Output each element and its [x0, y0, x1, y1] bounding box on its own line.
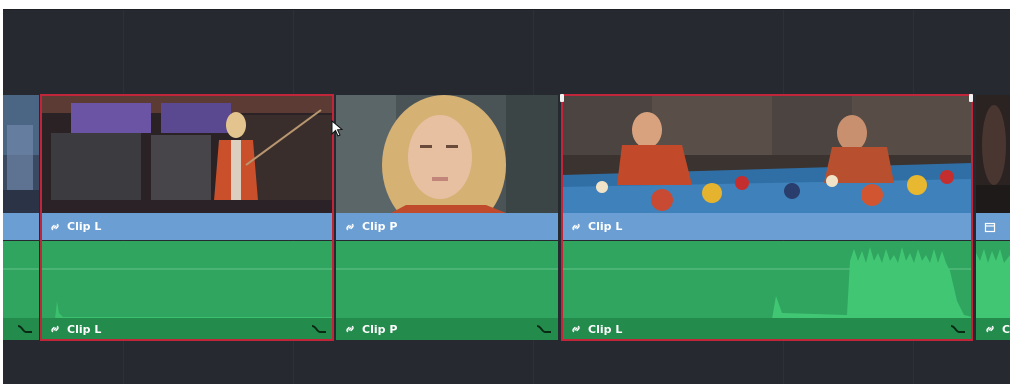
link-icon — [986, 325, 994, 333]
timeline-panel[interactable]: Clip L Clip P Clip L Clip L Clip P Clip … — [3, 9, 1010, 384]
video-thumbnail — [41, 95, 333, 213]
video-clip-label — [976, 213, 1010, 240]
audio-clip-l-1[interactable]: Clip L — [41, 241, 333, 340]
video-thumbnail — [976, 95, 1010, 213]
video-clip-label: Clip L — [41, 213, 333, 240]
video-clip-label: Clip P — [336, 213, 558, 240]
video-clip-l-1[interactable]: Clip L — [41, 95, 333, 240]
audio-waveform — [562, 247, 972, 319]
audio-clip-label: Clip L — [41, 318, 333, 340]
video-clip-partial-left[interactable] — [3, 95, 39, 240]
link-icon — [346, 325, 354, 333]
mouse-cursor-icon — [331, 120, 344, 137]
link-icon — [572, 325, 580, 333]
audio-clip-partial-left[interactable] — [3, 241, 39, 340]
video-clip-l-2[interactable]: Clip L — [562, 95, 972, 240]
audio-clip-p[interactable]: Clip P — [336, 241, 558, 340]
link-icon — [572, 223, 580, 230]
trim-handle-right[interactable] — [969, 94, 973, 102]
link-icon — [346, 223, 354, 230]
link-icon — [51, 325, 59, 333]
audio-clip-label: C — [976, 318, 1010, 340]
video-clip-partial-right[interactable] — [976, 95, 1010, 240]
audio-fade-icon — [536, 325, 551, 333]
video-thumbnail — [3, 95, 39, 213]
audio-fade-icon — [950, 325, 965, 333]
trim-handle-left[interactable] — [560, 94, 564, 102]
calendar-icon — [984, 222, 996, 232]
video-clip-p[interactable]: Clip P — [336, 95, 558, 240]
link-icon — [51, 223, 59, 230]
audio-waveform — [3, 268, 39, 270]
audio-clip-label: Clip L — [562, 318, 972, 340]
audio-waveform — [336, 268, 558, 270]
video-thumbnail — [562, 95, 972, 213]
audio-clip-label — [3, 318, 39, 340]
video-thumbnail — [336, 95, 558, 213]
audio-waveform — [976, 249, 1010, 319]
audio-clip-label: Clip P — [336, 318, 558, 340]
audio-waveform — [41, 268, 333, 319]
audio-clip-l-2[interactable]: Clip L — [562, 241, 972, 340]
audio-fade-icon — [17, 325, 32, 333]
audio-clip-partial-right[interactable]: C — [976, 241, 1010, 340]
video-clip-label — [3, 213, 39, 240]
video-clip-label: Clip L — [562, 213, 972, 240]
audio-fade-icon — [311, 325, 326, 333]
